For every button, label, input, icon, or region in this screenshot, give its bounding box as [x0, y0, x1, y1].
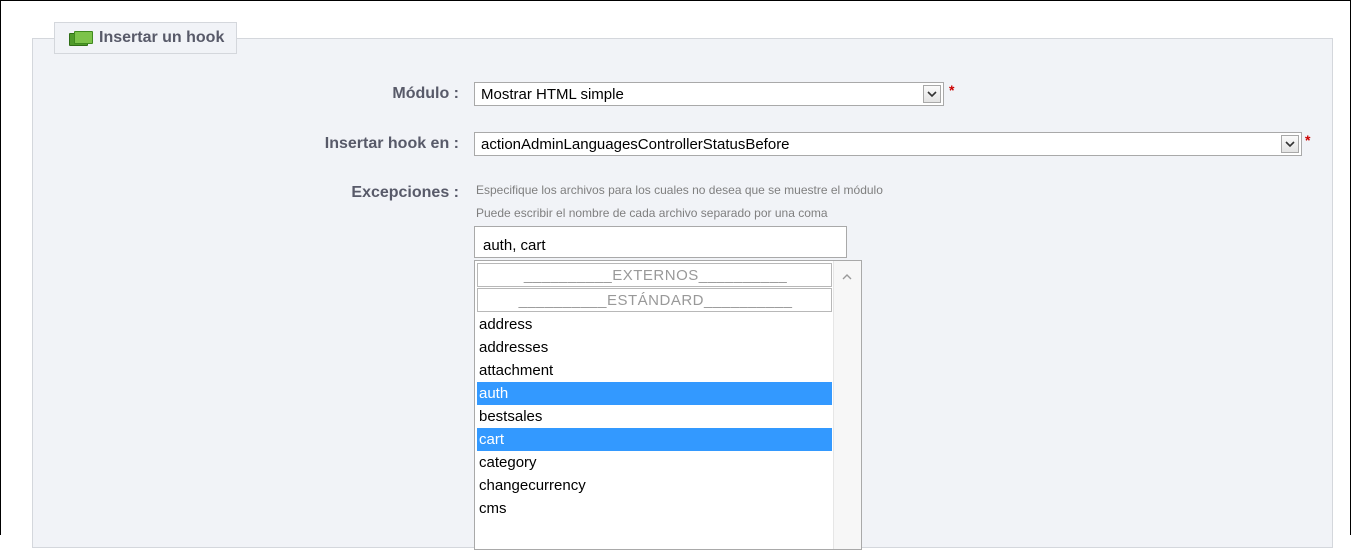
- listbox-items: __________EXTERNOS__________ __________E…: [477, 263, 832, 520]
- modules-icon: [69, 30, 93, 46]
- list-item[interactable]: attachment: [477, 359, 832, 382]
- exceptions-listbox[interactable]: __________EXTERNOS__________ __________E…: [474, 260, 862, 550]
- module-label: Módulo :: [392, 85, 459, 102]
- option-group-standard[interactable]: __________ESTÁNDARD__________: [477, 288, 832, 312]
- fieldset-legend-title: Insertar un hook: [99, 29, 225, 46]
- exceptions-label: Excepciones :: [351, 184, 459, 201]
- fieldset-legend: Insertar un hook: [54, 22, 238, 54]
- module-required-mark: *: [949, 82, 955, 98]
- list-item[interactable]: bestsales: [477, 405, 832, 428]
- list-item-selected[interactable]: cart: [477, 428, 832, 451]
- module-select-value: Mostrar HTML simple: [481, 85, 624, 103]
- hook-label: Insertar hook en :: [324, 135, 459, 152]
- list-item-selected[interactable]: auth: [477, 382, 832, 405]
- list-item[interactable]: cms: [477, 497, 832, 520]
- exceptions-hint-1: Especifique los archivos para los cuales…: [476, 183, 883, 197]
- option-group-external[interactable]: __________EXTERNOS__________: [477, 263, 832, 287]
- listbox-scrollbar[interactable]: [833, 261, 861, 549]
- chevron-up-icon[interactable]: [841, 269, 853, 280]
- exceptions-hint-2: Puede escribir el nombre de cada archivo…: [476, 206, 828, 220]
- module-select[interactable]: Mostrar HTML simple: [474, 82, 944, 106]
- hook-select[interactable]: actionAdminLanguagesControllerStatusBefo…: [474, 132, 1302, 156]
- chevron-down-icon[interactable]: [1281, 135, 1299, 153]
- list-item[interactable]: category: [477, 451, 832, 474]
- list-item[interactable]: changecurrency: [477, 474, 832, 497]
- list-item[interactable]: addresses: [477, 336, 832, 359]
- exceptions-input[interactable]: [474, 226, 847, 258]
- chevron-down-icon[interactable]: [923, 85, 941, 103]
- hook-required-mark: *: [1305, 132, 1311, 148]
- hook-select-value: actionAdminLanguagesControllerStatusBefo…: [481, 135, 790, 153]
- list-item[interactable]: address: [477, 313, 832, 336]
